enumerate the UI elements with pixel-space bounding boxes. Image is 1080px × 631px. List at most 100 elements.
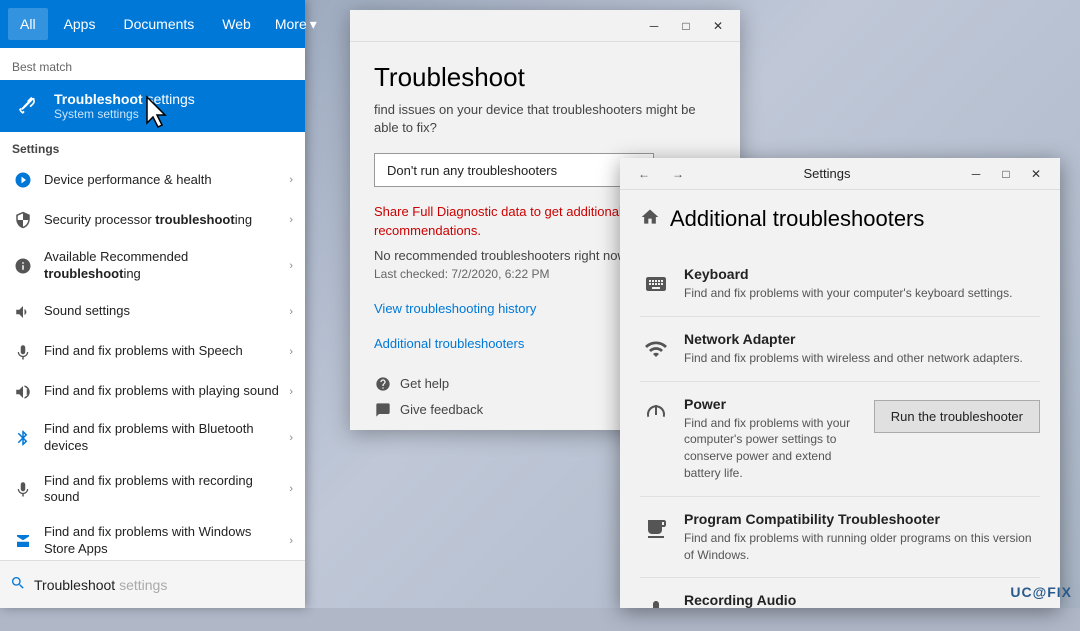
- tab-documents[interactable]: Documents: [111, 8, 206, 40]
- program-compatibility-icon: [640, 513, 672, 545]
- best-match-label: Best match: [0, 48, 305, 80]
- menu-item-available-recommended[interactable]: Available Recommended troubleshooting ›: [0, 240, 305, 292]
- at-minimize-button[interactable]: ─: [962, 160, 990, 188]
- search-bar: Troubleshoot settings: [0, 560, 305, 608]
- arrow-icon-3: ›: [289, 260, 293, 272]
- at-item-program-compatibility: Program Compatibility Troubleshooter Fin…: [640, 497, 1040, 579]
- at-item-content-power: Power Find and fix problems with your co…: [684, 396, 862, 482]
- network-icon: [640, 333, 672, 365]
- settings-section-label: Settings: [0, 132, 305, 160]
- store-apps-icon: [12, 530, 34, 552]
- menu-item-playing-sound[interactable]: Find and fix problems with playing sound…: [0, 372, 305, 412]
- menu-item-bluetooth[interactable]: Find and fix problems with Bluetooth dev…: [0, 412, 305, 464]
- menu-item-text-speech: Find and fix problems with Speech: [44, 343, 279, 360]
- at-item-power: Power Find and fix problems with your co…: [640, 382, 1040, 497]
- best-match-title: Troubleshoot settings: [54, 91, 293, 107]
- tab-web[interactable]: Web: [210, 8, 263, 40]
- menu-item-text-recording: Find and fix problems with recording sou…: [44, 473, 279, 507]
- tab-all[interactable]: All: [8, 8, 48, 40]
- at-title-text: Additional troubleshooters: [670, 206, 924, 232]
- speech-icon: [12, 341, 34, 363]
- available-recommended-icon: [12, 255, 34, 277]
- at-page-title: Additional troubleshooters: [640, 206, 1040, 232]
- arrow-icon: ›: [289, 174, 293, 186]
- at-titlebar-controls: ─ □ ✕: [962, 160, 1050, 188]
- at-item-content-compat: Program Compatibility Troubleshooter Fin…: [684, 511, 1040, 564]
- at-item-title-keyboard: Keyboard: [684, 266, 1040, 282]
- at-item-keyboard: Keyboard Find and fix problems with your…: [640, 252, 1040, 317]
- menu-item-speech[interactable]: Find and fix problems with Speech ›: [0, 332, 305, 372]
- chevron-down-icon: ▾: [310, 16, 317, 33]
- tab-more[interactable]: More ▾: [267, 8, 325, 41]
- at-titlebar: ← → Settings ─ □ ✕: [620, 158, 1060, 190]
- at-item-desc-keyboard: Find and fix problems with your computer…: [684, 285, 1040, 302]
- best-match-text: Troubleshoot settings System settings: [54, 91, 293, 121]
- at-item-title-network: Network Adapter: [684, 331, 1040, 347]
- give-feedback-text: Give feedback: [400, 402, 483, 417]
- search-text: Troubleshoot settings: [34, 577, 167, 593]
- at-back-button[interactable]: ←: [630, 160, 658, 188]
- at-run-btn-wrap: Run the troubleshooter: [874, 396, 1040, 433]
- at-close-button[interactable]: ✕: [1022, 160, 1050, 188]
- at-forward-button[interactable]: →: [664, 160, 692, 188]
- at-item-desc-compat: Find and fix problems with running older…: [684, 530, 1040, 564]
- sound-icon: [12, 301, 34, 323]
- at-item-content-network: Network Adapter Find and fix problems wi…: [684, 331, 1040, 367]
- device-performance-icon: [12, 169, 34, 191]
- maximize-button[interactable]: □: [670, 10, 702, 42]
- watermark: UC@FIX: [1010, 584, 1072, 600]
- arrow-icon-2: ›: [289, 214, 293, 226]
- at-item-title-power: Power: [684, 396, 862, 412]
- menu-item-device-performance[interactable]: Device performance & health ›: [0, 160, 305, 200]
- menu-item-text-sound: Sound settings: [44, 303, 279, 320]
- give-feedback-icon: [374, 401, 392, 419]
- tab-apps[interactable]: Apps: [52, 8, 108, 40]
- troubleshoot-icon: [12, 90, 44, 122]
- menu-item-text-security: Security processor troubleshooting: [44, 212, 279, 229]
- arrow-icon-8: ›: [289, 483, 293, 495]
- minimize-button[interactable]: ─: [638, 10, 670, 42]
- security-processor-icon: [12, 209, 34, 231]
- at-body: Additional troubleshooters Keyboard Find…: [620, 190, 1060, 608]
- menu-item-security-processor[interactable]: Security processor troubleshooting ›: [0, 200, 305, 240]
- menu-item-text-playing: Find and fix problems with playing sound: [44, 383, 279, 400]
- dropdown-value: Don't run any troubleshooters: [387, 163, 557, 178]
- power-icon: [640, 398, 672, 430]
- menu-item-sound[interactable]: Sound settings ›: [0, 292, 305, 332]
- menu-item-text-device-performance: Device performance & health: [44, 172, 279, 189]
- get-help-icon: [374, 375, 392, 393]
- start-menu-body: Best match Troubleshoot settings System …: [0, 48, 305, 608]
- additional-troubleshooters-window: ← → Settings ─ □ ✕ Additional troublesho…: [620, 158, 1060, 608]
- arrow-icon-9: ›: [289, 535, 293, 547]
- playing-sound-icon: [12, 381, 34, 403]
- at-titlebar-title: Settings: [698, 166, 956, 181]
- ts-title: Troubleshoot: [374, 62, 716, 93]
- close-button[interactable]: ✕: [702, 10, 734, 42]
- menu-item-text-available: Available Recommended troubleshooting: [44, 249, 279, 283]
- at-item-title-recording-audio: Recording Audio: [684, 592, 1040, 608]
- at-item-network: Network Adapter Find and fix problems wi…: [640, 317, 1040, 382]
- run-troubleshooter-button[interactable]: Run the troubleshooter: [874, 400, 1040, 433]
- menu-item-text-store: Find and fix problems with Windows Store…: [44, 524, 279, 558]
- at-maximize-button[interactable]: □: [992, 160, 1020, 188]
- recording-icon: [12, 478, 34, 500]
- arrow-icon-6: ›: [289, 386, 293, 398]
- at-item-content-recording-audio: Recording Audio Find and fix problems wi…: [684, 592, 1040, 608]
- at-item-recording-audio: Recording Audio Find and fix problems wi…: [640, 578, 1040, 608]
- at-item-title-compat: Program Compatibility Troubleshooter: [684, 511, 1040, 527]
- bluetooth-icon: [12, 427, 34, 449]
- best-match-subtitle: System settings: [54, 107, 293, 121]
- home-icon: [640, 207, 660, 232]
- ts-titlebar: ─ □ ✕: [350, 10, 740, 42]
- ts-subtitle: find issues on your device that troubles…: [374, 101, 716, 137]
- at-item-content-keyboard: Keyboard Find and fix problems with your…: [684, 266, 1040, 302]
- best-match-item[interactable]: Troubleshoot settings System settings: [0, 80, 305, 132]
- menu-item-text-bluetooth: Find and fix problems with Bluetooth dev…: [44, 421, 279, 455]
- at-item-desc-network: Find and fix problems with wireless and …: [684, 350, 1040, 367]
- keyboard-icon: [640, 268, 672, 300]
- arrow-icon-5: ›: [289, 346, 293, 358]
- ts-dropdown[interactable]: Don't run any troubleshooters ▾: [374, 153, 654, 187]
- start-menu: All Apps Documents Web More ▾ Best match…: [0, 0, 305, 608]
- menu-item-recording[interactable]: Find and fix problems with recording sou…: [0, 464, 305, 516]
- arrow-icon-7: ›: [289, 432, 293, 444]
